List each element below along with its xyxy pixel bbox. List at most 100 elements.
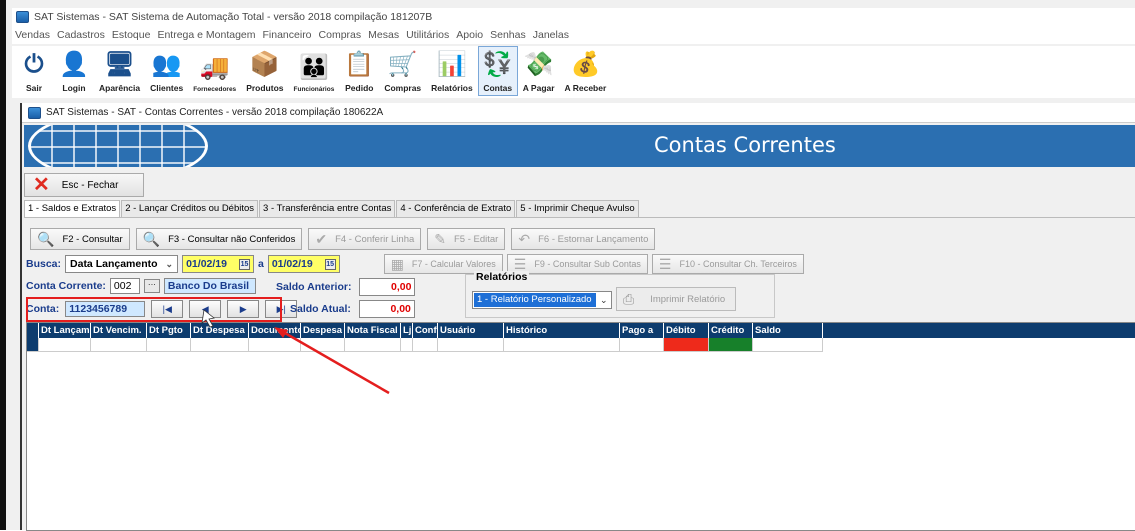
cell[interactable] [301,338,345,352]
conta-code-field[interactable]: 002 [109,278,140,294]
cell[interactable] [620,338,664,352]
toolbar-clientes-button[interactable]: 👥 Clientes [145,46,188,96]
tab-cheque[interactable]: 5 - Imprimir Cheque Avulso [516,200,639,218]
toolbar-produtos-button[interactable]: 📦 Produtos [241,46,288,96]
search-list-icon: ☰ [658,255,672,272]
cell[interactable] [91,338,147,352]
col-nota-fiscal[interactable]: Nota Fiscal [345,323,401,338]
col-dt-lancam[interactable]: Dt Lançam [39,323,91,338]
toolbar-pedido-button[interactable]: 📋 Pedido [339,46,379,96]
col-lj[interactable]: Lj [401,323,413,338]
cell[interactable] [504,338,620,352]
relatorios-label: Relatórios [474,271,530,283]
toolbar-label: Fornecedores [193,86,237,93]
col-despesa[interactable]: Despesa [301,323,345,338]
busca-type-value: Data Lançamento [70,258,158,270]
menu-financeiro[interactable]: Financeiro [263,29,312,41]
menu-compras[interactable]: Compras [319,29,362,41]
menu-mesas[interactable]: Mesas [368,29,399,41]
close-label: Esc - Fechar [61,179,119,191]
col-historico[interactable]: Histórico [504,323,620,338]
menu-janelas[interactable]: Janelas [533,29,569,41]
consultar-nao-conferidos-button[interactable]: 🔍 F3 - Consultar não Conferidos [135,228,303,250]
row-indicator [27,338,39,352]
toolbar-label: Relatórios [431,83,473,93]
saldo-atual-label: Saldo Atual: [290,303,351,315]
imprimir-relatorio-button[interactable]: ⎙ Imprimir Relatório [616,287,736,311]
menu-estoque[interactable]: Estoque [112,29,151,41]
conferir-linha-button[interactable]: ✔ F4 - Conferir Linha [308,228,422,250]
indicator-col [27,323,39,338]
date-to-field[interactable]: 01/02/19 15 [267,255,340,273]
debito-cell[interactable] [664,338,709,352]
calendar-icon[interactable]: 15 [324,258,336,270]
col-dt-despesa[interactable]: Dt Despesa [191,323,249,338]
close-button[interactable]: ✕ Esc - Fechar [24,173,144,197]
col-conf[interactable]: Conf [413,323,438,338]
consultar-button[interactable]: 🔍 F2 - Consultar [30,228,130,250]
consultar-cheques-button[interactable]: ☰ F10 - Consultar Ch. Terceiros [651,254,804,274]
toolbar-sair-button[interactable]: ⏻ Sair [14,46,54,96]
truck-icon: 🚚 [199,54,230,81]
cell[interactable] [413,338,438,352]
globe-logo [28,125,208,167]
menu-apoio[interactable]: Apoio [456,29,483,41]
col-usuario[interactable]: Usuário [438,323,504,338]
tab-transferencia[interactable]: 3 - Transferência entre Contas [259,200,396,218]
toolbar-funcionarios-button[interactable]: 👪 Funcionários [289,46,340,96]
search-icon: 🔍 [37,230,55,247]
table-row[interactable] [27,338,1135,352]
cell[interactable] [147,338,191,352]
banner-title: Contas Correntes [654,133,836,157]
menu-cadastros[interactable]: Cadastros [57,29,105,41]
col-dt-vencim[interactable]: Dt Vencim. [91,323,147,338]
check-icon: ✔ [315,230,328,247]
cell[interactable] [191,338,249,352]
menu-vendas[interactable]: Vendas [15,29,50,41]
busca-type-select[interactable]: Data Lançamento ⌄ [65,255,179,273]
banner: Contas Correntes [24,125,1135,167]
col-credito[interactable]: Crédito [709,323,753,338]
button-label: F9 - Consultar Sub Contas [534,259,641,269]
col-debito[interactable]: Débito [664,323,709,338]
tab-lancar[interactable]: 2 - Lançar Créditos ou Débitos [121,200,259,218]
button-label: F4 - Conferir Linha [335,233,415,245]
cell[interactable] [39,338,91,352]
tab-body: 🔍 F2 - Consultar 🔍 F3 - Consultar não Co… [24,217,1135,531]
toolbar-login-button[interactable]: 👤 Login [54,46,94,96]
toolbar-fornecedores-button[interactable]: 🚚 Fornecedores [188,46,241,96]
button-label: F10 - Consultar Ch. Terceiros [679,259,797,269]
col-saldo[interactable]: Saldo [753,323,823,338]
cell[interactable] [753,338,823,352]
toolbar-areceber-button[interactable]: 💰 A Receber [560,46,612,96]
estornar-button[interactable]: ↶ F6 - Estornar Lançamento [511,228,656,250]
toolbar-contas-button[interactable]: 💱 Contas [477,46,518,96]
lookup-button[interactable]: ··· [143,279,160,293]
col-dt-pgto[interactable]: Dt Pgto [147,323,191,338]
toolbar-label: Sair [25,83,43,93]
col-documento[interactable]: Documento [249,323,301,338]
app-icon [16,11,29,23]
cell[interactable] [401,338,413,352]
date-from-field[interactable]: 01/02/19 15 [182,255,254,273]
toolbar-aparencia-button[interactable]: 🖥 Aparência [94,46,145,96]
menu-utilitarios[interactable]: Utilitários [406,29,449,41]
calendar-icon[interactable]: 15 [238,258,250,270]
toolbar-compras-button[interactable]: 🛒 Compras [379,46,426,96]
extrato-grid[interactable]: Dt Lançam Dt Vencim. Dt Pgto Dt Despesa … [26,322,1135,531]
cell[interactable] [345,338,401,352]
tab-conferencia[interactable]: 4 - Conferência de Extrato [396,200,516,218]
tab-saldos-extratos[interactable]: 1 - Saldos e Extratos [24,200,121,218]
credito-cell[interactable] [709,338,753,352]
printer-icon: ⎙ [623,290,635,307]
relatorio-select[interactable]: 1 - Relatório Personalizado ⌄ [472,291,612,309]
conta-corrente-label: Conta Corrente: [26,280,106,292]
menu-entrega[interactable]: Entrega e Montagem [157,29,255,41]
cell[interactable] [249,338,301,352]
menu-senhas[interactable]: Senhas [490,29,526,41]
editar-button[interactable]: ✎ F5 - Editar [427,228,506,250]
toolbar-apagar-button[interactable]: 💸 A Pagar [518,46,560,96]
col-pago-a[interactable]: Pago a [620,323,664,338]
cell[interactable] [438,338,504,352]
toolbar-relatorios-button[interactable]: 📊 Relatórios [426,46,478,96]
